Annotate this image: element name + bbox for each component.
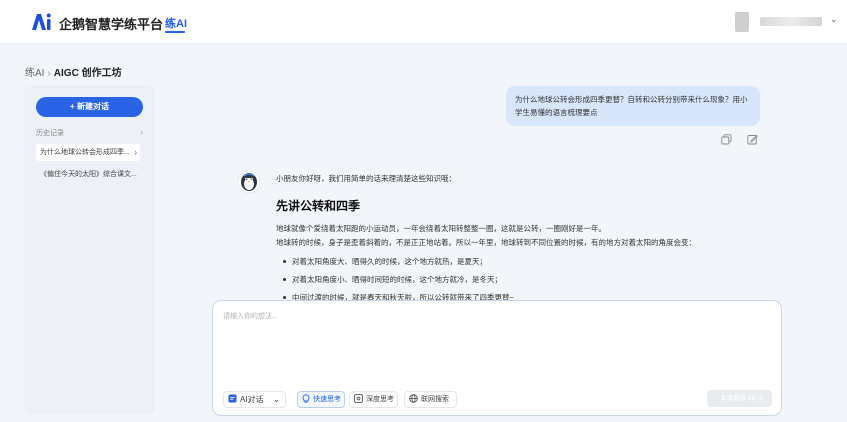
history-item-label: 为什么地球公转会形成四季... [40, 149, 130, 156]
copy-icon[interactable] [721, 134, 732, 145]
user-menu-chevron-icon[interactable]: ⌄ [830, 14, 838, 25]
new-chat-button[interactable]: + 新建对话 [36, 97, 143, 117]
mode-select[interactable]: AI对话 ⌄ [223, 391, 286, 408]
nav-tab-practice-ai[interactable]: 练AI [165, 15, 187, 31]
nav-tab-underline [165, 31, 185, 33]
web-search-label: 联网搜索 [421, 396, 449, 403]
bot-list-item-text: 对着太阳角度大、晒得久的时候，这个地方就热，是夏天； [292, 257, 487, 266]
breadcrumb-current: AIGC 创作工坊 [53, 68, 122, 79]
bullet-icon [283, 295, 286, 299]
bulb-icon [302, 394, 310, 403]
globe-icon [409, 393, 418, 403]
brand-name: 企鹅智慧学练平台 [59, 17, 164, 32]
bot-heading: 先讲公转和四季 [276, 199, 361, 213]
user-avatar[interactable] [735, 12, 749, 32]
breadcrumb-separator: › [47, 68, 51, 79]
breadcrumb-root[interactable]: 练AI [25, 68, 44, 79]
history-sidebar: + 新建对话 历史记录 › 为什么地球公转会形成四季... › 《偏住今天的太阳… [24, 85, 155, 415]
history-item-label: 《偏住今天的太阳》综合课文... [40, 171, 137, 178]
history-label: 历史记录 [36, 130, 64, 137]
quick-think-label: 快速思考 [313, 396, 341, 403]
chevron-down-icon: ⌄ [273, 395, 280, 404]
quick-think-button[interactable]: 快速思考 [297, 391, 345, 408]
mode-select-label: AI对话 [240, 395, 264, 404]
user-name-blurred[interactable] [760, 17, 822, 26]
message-input[interactable] [223, 311, 768, 381]
deep-think-button[interactable]: 深度思考 [349, 391, 398, 408]
chevron-right-icon: › [134, 148, 137, 157]
composer: AI对话 ⌄ 快速思考 深度思考 联网搜索 ↑ 本周剩余 98 次 [212, 300, 782, 416]
history-header[interactable]: 历史记录 › [36, 128, 143, 138]
bot-list-item: 对着太阳角度大、晒得久的时候，这个地方就热，是夏天； [283, 256, 487, 267]
deep-think-label: 深度思考 [366, 396, 394, 403]
web-search-button[interactable]: 联网搜索 [404, 391, 457, 408]
send-button[interactable]: ↑ 本周剩余 98 次 [707, 390, 772, 407]
history-item[interactable]: 《偏住今天的太阳》综合课文... [36, 166, 140, 183]
history-item[interactable]: 为什么地球公转会形成四季... › [36, 144, 140, 161]
bot-intro: 小朋友你好呀，我们用简单的话来理清楚这些知识哦： [276, 174, 456, 183]
bot-list-item: 对着太阳角度小、晒得时间短的时候，这个地方就冷，是冬天； [283, 274, 502, 285]
brand-logo-icon[interactable] [30, 12, 52, 32]
bullet-icon [283, 259, 286, 263]
bot-paragraph: 地球转的时候，身子是歪着斜着的，不是正正地站着。所以一年里，地球转到不同位置的时… [276, 238, 696, 247]
user-message-bubble: 为什么地球公转会形成四季更替？自转和公转分别带来什么现象？用小学生易懂的语言梳理… [506, 86, 760, 126]
history-chevron-icon[interactable]: › [140, 128, 143, 137]
breadcrumb: 练AI › AIGC 创作工坊 [25, 64, 122, 79]
chat-mode-icon [228, 394, 237, 403]
bot-paragraph: 地球就像个爱绕着太阳跑的小运动员，一年会绕着太阳转整整一圈，这就是公转，一圈刚好… [276, 224, 606, 233]
bot-list-item-text: 对着太阳角度小、晒得时间短的时候，这个地方就冷，是冬天； [292, 275, 502, 284]
top-bar: 企鹅智慧学练平台 练AI ⌄ [0, 0, 847, 44]
penguin-avatar-icon [238, 171, 260, 193]
bullet-icon [283, 277, 286, 281]
edit-icon[interactable] [747, 134, 758, 145]
deep-think-icon [354, 393, 363, 403]
